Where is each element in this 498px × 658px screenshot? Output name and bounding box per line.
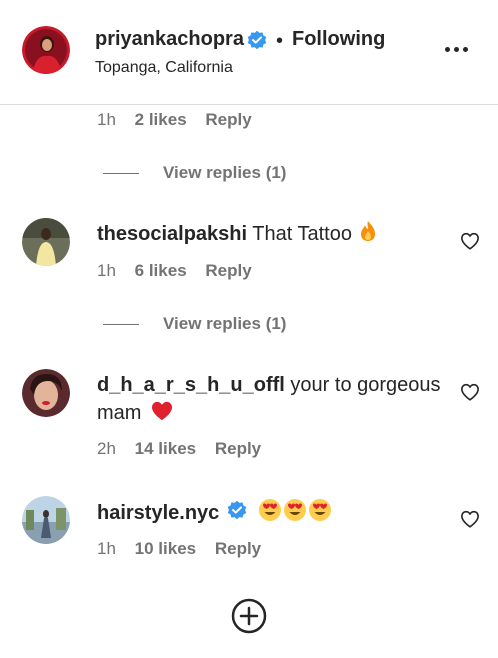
verified-badge-icon (247, 30, 267, 50)
commenter-username[interactable]: thesocialpakshi (97, 223, 247, 245)
comment-meta: 2h 14 likes Reply (97, 439, 261, 459)
comment-body: thesocialpakshi That Tattoo (97, 220, 447, 250)
view-replies-button[interactable]: View replies (1) (103, 314, 286, 334)
reply-button[interactable]: Reply (215, 539, 261, 558)
comment-likes[interactable]: 6 likes (135, 261, 187, 280)
like-heart-icon[interactable] (460, 232, 480, 250)
post-location[interactable]: Topanga, California (95, 59, 233, 77)
red-heart-emoji-icon (151, 401, 173, 429)
view-replies-button[interactable]: View replies (1) (103, 163, 286, 183)
view-replies-label: View replies (1) (163, 163, 287, 182)
commenter-avatar[interactable] (22, 496, 70, 544)
following-button[interactable]: Following (292, 28, 385, 51)
author-avatar[interactable] (22, 26, 70, 74)
author-username[interactable]: priyankachopra (95, 28, 244, 51)
comment-likes[interactable]: 10 likes (135, 539, 196, 558)
reply-button[interactable]: Reply (205, 261, 251, 280)
like-heart-icon[interactable] (460, 383, 480, 401)
commenter-avatar[interactable] (22, 369, 70, 417)
commenter-username[interactable]: d_h_a_r_s_h_u_offl (97, 374, 285, 396)
comment-time: 1h (97, 261, 116, 280)
view-replies-line (103, 173, 139, 175)
comment-time: 1h (97, 539, 116, 558)
load-more-comments-icon[interactable] (231, 598, 267, 634)
like-heart-icon[interactable] (460, 510, 480, 528)
view-replies-line (103, 324, 139, 326)
comment-time: 2h (97, 439, 116, 458)
view-replies-label: View replies (1) (163, 314, 287, 333)
heart-eyes-emoji-icon (258, 498, 332, 530)
commenter-avatar[interactable] (22, 218, 70, 266)
comment-meta: 1h 6 likes Reply (97, 261, 252, 281)
separator-dot: • (276, 30, 284, 52)
reply-button[interactable]: Reply (205, 110, 251, 129)
post-header: priyankachopra • Following Topanga, Cali… (0, 0, 498, 105)
verified-badge-icon (227, 500, 247, 528)
comment-body: d_h_a_r_s_h_u_offl your to gorgeous mam (97, 371, 447, 429)
comment-meta: 1h 2 likes Reply (97, 110, 252, 130)
fire-emoji-icon (358, 220, 378, 250)
reply-button[interactable]: Reply (215, 439, 261, 458)
comment-meta: 1h 10 likes Reply (97, 539, 261, 559)
commenter-username[interactable]: hairstyle.nyc (97, 502, 219, 524)
comment-text: That Tattoo (252, 223, 352, 245)
comment-time: 1h (97, 110, 116, 129)
more-options-icon[interactable] (443, 47, 471, 55)
comment-likes[interactable]: 14 likes (135, 439, 196, 458)
comment-body: hairstyle.nyc (97, 498, 447, 530)
comment-likes[interactable]: 2 likes (135, 110, 187, 129)
